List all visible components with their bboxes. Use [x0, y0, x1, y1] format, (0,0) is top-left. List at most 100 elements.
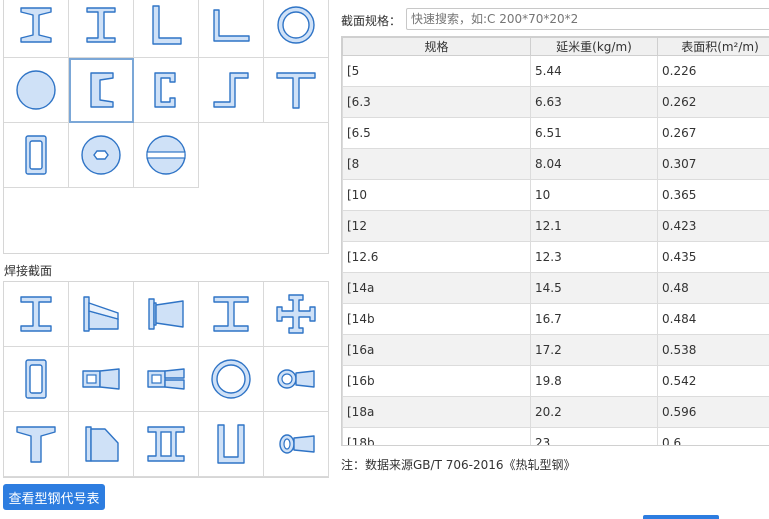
section-cell[interactable]: [199, 347, 264, 412]
section-cell[interactable]: [4, 282, 69, 347]
cell-weight: 14.5: [531, 273, 658, 304]
cell-spec: [6.3: [343, 87, 531, 118]
cell-spec: [18b: [343, 428, 531, 447]
table-row[interactable]: [12.612.30.435: [343, 242, 769, 273]
section-cell[interactable]: [264, 412, 329, 477]
rect-tube-icon: [13, 132, 59, 178]
table-row[interactable]: [88.040.307: [343, 149, 769, 180]
table-row[interactable]: [55.440.226: [343, 56, 769, 87]
cell-area: 0.538: [658, 335, 769, 366]
section-cell[interactable]: [199, 412, 264, 477]
section-cell[interactable]: [134, 347, 199, 412]
section-cell[interactable]: [199, 0, 264, 58]
channel-icon: [78, 67, 124, 113]
cell-area: 0.542: [658, 366, 769, 397]
section-cell[interactable]: [199, 282, 264, 347]
section-cell[interactable]: [4, 123, 69, 188]
table-row[interactable]: [1212.10.423: [343, 211, 769, 242]
bottom-button-edge[interactable]: [643, 515, 719, 519]
table-row[interactable]: [16b19.80.542: [343, 366, 769, 397]
table-row[interactable]: [10100.365: [343, 180, 769, 211]
cell-spec: [5: [343, 56, 531, 87]
welded-box-icon: [13, 356, 59, 402]
cell-spec: [12.6: [343, 242, 531, 273]
section-cell[interactable]: [4, 0, 69, 58]
cell-area: 0.6: [658, 428, 769, 447]
cell-area: 0.435: [658, 242, 769, 273]
table-header-row: 规格 延米重(kg/m) 表面积(m²/m): [343, 38, 769, 56]
spec-table-container[interactable]: 规格 延米重(kg/m) 表面积(m²/m) [55.440.226[6.36.…: [341, 36, 769, 446]
welded-pipe-icon: [208, 356, 254, 402]
cell-weight: 8.04: [531, 149, 658, 180]
hex-bolt-round-icon: [78, 132, 124, 178]
cell-area: 0.226: [658, 56, 769, 87]
search-label: 截面规格：: [341, 12, 401, 29]
cell-weight: 19.8: [531, 366, 658, 397]
section-cell[interactable]: [199, 58, 264, 123]
pipe-icon: [273, 2, 319, 48]
section-cell[interactable]: [264, 58, 329, 123]
section-cell[interactable]: [69, 282, 134, 347]
column-header-weight[interactable]: 延米重(kg/m): [531, 38, 658, 56]
section-cell[interactable]: [264, 0, 329, 58]
z-section-icon: [208, 67, 254, 113]
section-cell[interactable]: [134, 282, 199, 347]
section-cell[interactable]: [134, 123, 199, 188]
box-tapered-double-icon: [143, 356, 189, 402]
cell-weight: 10: [531, 180, 658, 211]
spec-table: 规格 延米重(kg/m) 表面积(m²/m) [55.440.226[6.36.…: [342, 37, 769, 446]
u-section-icon: [208, 421, 254, 467]
section-cell[interactable]: [134, 58, 199, 123]
table-row[interactable]: [6.36.630.262: [343, 87, 769, 118]
table-row[interactable]: [14b16.70.484: [343, 304, 769, 335]
cell-weight: 6.51: [531, 118, 658, 149]
welded-section-grid: [3, 281, 329, 478]
cell-weight: 23: [531, 428, 658, 447]
cross-section-icon: [273, 291, 319, 337]
cell-spec: [16b: [343, 366, 531, 397]
cell-weight: 12.1: [531, 211, 658, 242]
column-header-area[interactable]: 表面积(m²/m): [658, 38, 769, 56]
cell-weight: 6.63: [531, 87, 658, 118]
section-cell-selected[interactable]: [69, 58, 134, 123]
section-cell[interactable]: [134, 412, 199, 477]
section-cell[interactable]: [69, 412, 134, 477]
cell-area: 0.267: [658, 118, 769, 149]
table-row[interactable]: [18b230.6: [343, 428, 769, 447]
search-input[interactable]: [406, 8, 769, 30]
table-row[interactable]: [18a20.20.596: [343, 397, 769, 428]
equal-angle-icon: [143, 2, 189, 48]
table-row[interactable]: [16a17.20.538: [343, 335, 769, 366]
weld-section-label: 焊接截面: [4, 262, 52, 279]
section-cell[interactable]: [4, 347, 69, 412]
section-cell[interactable]: [264, 347, 329, 412]
view-steel-code-table-button[interactable]: 查看型钢代号表: [3, 484, 105, 510]
section-cell[interactable]: [134, 0, 199, 58]
section-cell[interactable]: [264, 282, 329, 347]
table-row[interactable]: [14a14.50.48: [343, 273, 769, 304]
cell-area: 0.365: [658, 180, 769, 211]
section-cell[interactable]: [4, 58, 69, 123]
box-tapered-icon: [78, 356, 124, 402]
table-row[interactable]: [6.56.510.267: [343, 118, 769, 149]
cell-area: 0.423: [658, 211, 769, 242]
tapered-i-beam-icon: [78, 291, 124, 337]
section-cell[interactable]: [69, 347, 134, 412]
section-cell[interactable]: [69, 0, 134, 58]
tapered-i-beam-reverse-icon: [143, 291, 189, 337]
cell-spec: [10: [343, 180, 531, 211]
data-source-note: 注：数据来源GB/T 706-2016《热轧型钢》: [341, 456, 576, 473]
cell-area: 0.307: [658, 149, 769, 180]
column-header-spec[interactable]: 规格: [343, 38, 531, 56]
section-cell[interactable]: [4, 412, 69, 477]
cell-weight: 17.2: [531, 335, 658, 366]
pipe-tapered-small-icon: [273, 421, 319, 467]
t-section-icon: [273, 67, 319, 113]
cell-weight: 5.44: [531, 56, 658, 87]
section-cell[interactable]: [69, 123, 134, 188]
cell-spec: [14b: [343, 304, 531, 335]
round-bar-icon: [13, 67, 59, 113]
welded-h-beam-icon: [208, 291, 254, 337]
cell-spec: [16a: [343, 335, 531, 366]
pipe-tapered-icon: [273, 356, 319, 402]
